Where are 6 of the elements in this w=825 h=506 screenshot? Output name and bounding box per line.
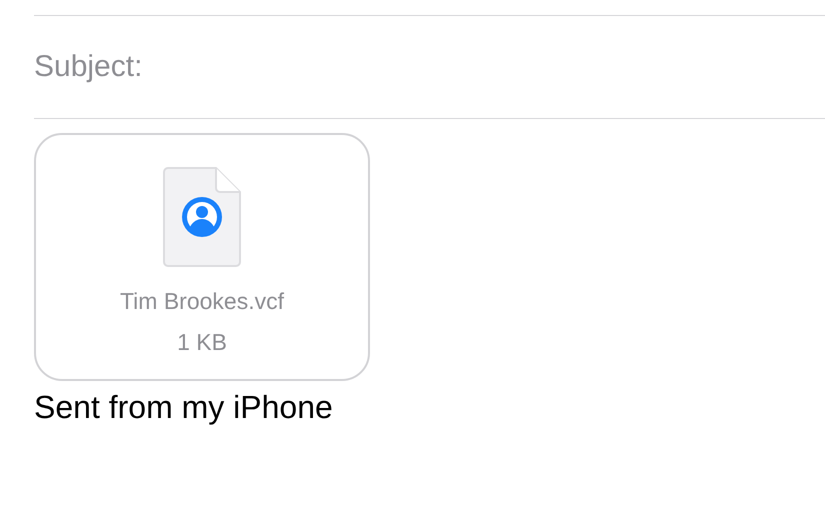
attachment-size: 1 KB — [177, 329, 227, 356]
contact-file-icon — [162, 166, 242, 268]
attachment-card[interactable]: Tim Brookes.vcf 1 KB — [34, 133, 370, 381]
attachment-filename: Tim Brookes.vcf — [120, 288, 284, 315]
email-signature: Sent from my iPhone — [34, 389, 334, 426]
subject-label: Subject: — [34, 50, 142, 84]
